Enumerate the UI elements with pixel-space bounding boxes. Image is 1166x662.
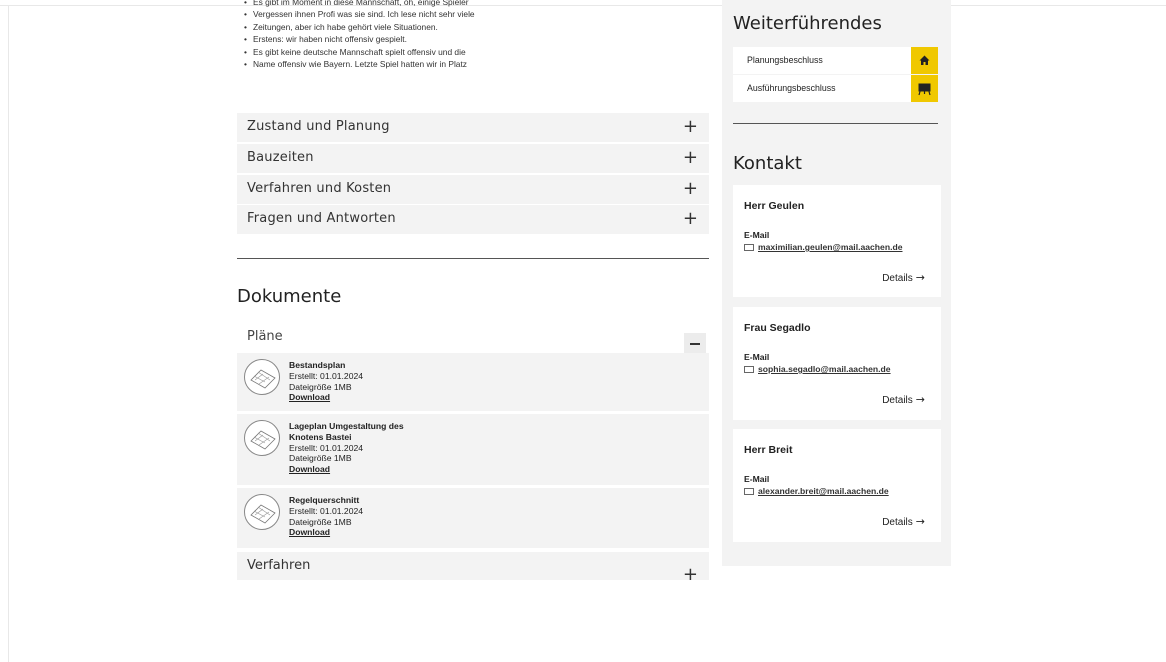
plus-icon[interactable]: +: [683, 208, 698, 229]
arrow-right-icon: →: [915, 393, 925, 406]
email-label: E-Mail: [744, 352, 770, 362]
document-item-bestandsplan: Bestandsplan Erstellt: 01.01.2024 Dateig…: [237, 353, 709, 411]
list-item: Name offensiv wie Bayern. Letzte Spiel h…: [244, 58, 475, 71]
document-title: Bestandsplan: [289, 360, 346, 370]
plus-icon[interactable]: +: [683, 116, 698, 137]
details-label: Details: [882, 273, 913, 284]
accordion-label: Verfahren: [247, 558, 311, 573]
accordion-label: Verfahren und Kosten: [247, 181, 392, 196]
link-ausfuehrungsbeschluss[interactable]: Ausführungsbeschluss: [733, 75, 938, 102]
email-link[interactable]: alexander.breit@mail.aachen.de: [758, 486, 889, 496]
envelope-icon: [744, 488, 754, 495]
accordion-plaene[interactable]: Pläne: [237, 324, 709, 353]
email-link[interactable]: sophia.segadlo@mail.aachen.de: [758, 364, 891, 374]
email-row: alexander.breit@mail.aachen.de: [744, 486, 889, 496]
details-label: Details: [882, 517, 913, 528]
document-size: Dateigröße 1MB: [289, 381, 352, 392]
accordion-label: Pläne: [247, 329, 283, 344]
details-link[interactable]: Details →: [882, 393, 925, 406]
contact-card: Herr Breit E-Mail alexander.breit@mail.a…: [733, 429, 941, 542]
email-link[interactable]: maximilian.geulen@mail.aachen.de: [758, 242, 903, 252]
document-created: Erstellt: 01.01.2024: [289, 370, 364, 381]
contact-heading: Kontakt: [733, 153, 802, 174]
contact-card: Frau Segadlo E-Mail sophia.segadlo@mail.…: [733, 307, 941, 420]
left-border: [8, 5, 9, 662]
accordion-verfahren[interactable]: Verfahren +: [237, 552, 709, 585]
accordion-fragen-und-antworten[interactable]: Fragen und Antworten +: [237, 205, 709, 234]
list-item: Erstens: wir haben nicht offensiv gespie…: [244, 33, 475, 46]
accordion-label: Bauzeiten: [247, 150, 314, 165]
download-link[interactable]: Download: [289, 527, 469, 538]
details-link[interactable]: Details →: [882, 515, 925, 528]
accordion-bauzeiten[interactable]: Bauzeiten +: [237, 144, 709, 173]
plus-icon[interactable]: +: [683, 178, 698, 199]
contact-name: Frau Segadlo: [744, 322, 811, 334]
link-label: Planungsbeschluss: [747, 55, 823, 65]
accordion-zustand-und-planung[interactable]: Zustand und Planung +: [237, 113, 709, 142]
document-size: Dateigröße 1MB: [289, 516, 352, 527]
email-label: E-Mail: [744, 474, 770, 484]
link-label: Ausführungsbeschluss: [747, 83, 836, 93]
plan-thumbnail-icon: [244, 420, 280, 456]
plus-icon[interactable]: +: [683, 564, 698, 585]
document-size: Dateigröße 1MB: [289, 453, 352, 464]
list-item: Es gibt im Moment in diese Mannschaft, o…: [244, 0, 475, 9]
home-icon[interactable]: [911, 47, 938, 74]
link-planungsbeschluss[interactable]: Planungsbeschluss: [733, 47, 938, 74]
minus-icon[interactable]: [684, 333, 706, 353]
accordion-label: Fragen und Antworten: [247, 211, 396, 226]
document-title: Lageplan Umgestaltung des Knotens Bastei: [289, 421, 404, 442]
further-heading: Weiterführendes: [733, 13, 882, 34]
top-border: [0, 5, 1166, 6]
envelope-icon: [744, 366, 754, 373]
documents-heading: Dokumente: [237, 286, 342, 307]
contact-card: Herr Geulen E-Mail maximilian.geulen@mai…: [733, 185, 941, 297]
download-link[interactable]: Download: [289, 392, 469, 403]
intro-bullet-list: Es gibt im Moment in diese Mannschaft, o…: [244, 0, 475, 71]
plan-thumbnail-icon: [244, 494, 280, 530]
document-title: Regelquerschnitt: [289, 495, 360, 505]
list-item: Zeitungen, aber ich habe gehört viele Si…: [244, 21, 475, 34]
document-created: Erstellt: 01.01.2024: [289, 442, 364, 453]
contact-name: Herr Geulen: [744, 200, 805, 212]
list-item: Es gibt keine deutsche Mannschaft spielt…: [244, 46, 475, 59]
arrow-right-icon: →: [915, 271, 925, 284]
plus-icon[interactable]: +: [683, 147, 698, 168]
details-link[interactable]: Details →: [882, 271, 925, 284]
document-created: Erstellt: 01.01.2024: [289, 505, 364, 516]
email-row: sophia.segadlo@mail.aachen.de: [744, 364, 891, 374]
document-item-regelquerschnitt: Regelquerschnitt Erstellt: 01.01.2024 Da…: [237, 488, 709, 548]
list-item: Vergessen ihnen Profi was sie sind. Ich …: [244, 8, 475, 21]
arrow-right-icon: →: [915, 515, 925, 528]
document-item-lageplan: Lageplan Umgestaltung des Knotens Bastei…: [237, 414, 709, 485]
presentation-icon[interactable]: [911, 75, 938, 102]
envelope-icon: [744, 244, 754, 251]
email-row: maximilian.geulen@mail.aachen.de: [744, 242, 903, 252]
section-divider: [237, 258, 709, 259]
email-label: E-Mail: [744, 230, 770, 240]
accordion-verfahren-und-kosten[interactable]: Verfahren und Kosten +: [237, 175, 709, 204]
details-label: Details: [882, 395, 913, 406]
plan-thumbnail-icon: [244, 359, 280, 395]
sidebar: Weiterführendes Planungsbeschluss Ausfüh…: [722, 0, 951, 566]
section-divider: [733, 123, 938, 124]
download-link[interactable]: Download: [289, 464, 414, 475]
contact-name: Herr Breit: [744, 444, 793, 456]
accordion-label: Zustand und Planung: [247, 119, 390, 134]
